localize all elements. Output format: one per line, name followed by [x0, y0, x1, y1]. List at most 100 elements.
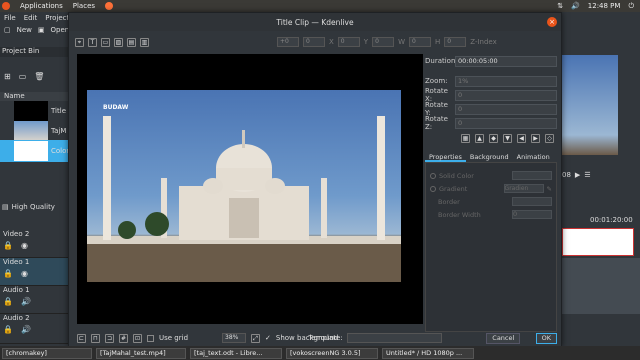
delete-icon[interactable]: 🗑 — [34, 72, 44, 81]
tab-background[interactable]: Background — [466, 152, 513, 162]
x-field[interactable]: 0 — [337, 37, 360, 47]
track-video-1[interactable]: Video 1 🔒 ◉ — [0, 258, 74, 286]
open-doc-icon[interactable]: ▤ — [127, 37, 136, 47]
gradient-select[interactable]: Gradien — [503, 184, 544, 193]
quality-label: High Quality — [11, 203, 55, 211]
tab-properties[interactable]: Properties — [425, 152, 466, 162]
timeline-area[interactable] — [562, 258, 640, 314]
timeline-color-clip[interactable] — [562, 228, 634, 256]
menu-file[interactable]: File — [4, 14, 16, 22]
power-icon[interactable]: ⏻ — [628, 2, 634, 11]
align-left-icon[interactable]: ⊏ — [77, 333, 86, 343]
eye-icon[interactable]: ◉ — [21, 269, 28, 278]
show-background-check-icon[interactable]: ✓ — [265, 334, 271, 342]
speaker-icon[interactable]: 🔊 — [21, 297, 31, 306]
image-icon[interactable]: ▨ — [114, 37, 123, 47]
duration-field[interactable]: 00:00:05:00 — [455, 55, 557, 67]
ubuntu-icon[interactable] — [2, 2, 10, 10]
task-libreoffice[interactable]: [taj_text.odt - Libre... — [190, 347, 282, 359]
clock[interactable]: 12:48 PM — [588, 2, 621, 10]
use-grid-checkbox[interactable] — [147, 334, 154, 342]
align-center-icon[interactable]: ⊓ — [91, 333, 100, 343]
new-icon: ▢ — [4, 26, 11, 34]
solid-color-radio[interactable] — [430, 172, 436, 179]
tajmahal-thumbnail — [14, 121, 48, 141]
lock-icon[interactable]: 🔒 — [3, 241, 13, 250]
open-icon: ▣ — [37, 26, 45, 34]
align-bottom-icon[interactable]: ▼ — [503, 133, 512, 143]
track-video-2[interactable]: Video 2 🔒 ◉ — [0, 230, 74, 258]
border-width-field[interactable]: 0 — [512, 210, 552, 219]
rotate-z-field[interactable]: 0 — [455, 117, 557, 129]
border-color-swatch[interactable] — [512, 197, 552, 206]
spin-2[interactable]: 0 — [303, 37, 325, 47]
monitor-zoom-value[interactable]: 08 — [562, 171, 571, 179]
close-icon[interactable]: × — [547, 17, 557, 27]
w-field[interactable]: 0 — [409, 37, 431, 47]
align-vcenter-icon[interactable]: ◇ — [545, 133, 554, 143]
play-icon[interactable]: ▶ — [575, 171, 580, 179]
zoom-label: Zoom: — [425, 77, 448, 85]
places-menu[interactable]: Places — [73, 2, 95, 10]
h-field[interactable]: 0 — [444, 37, 467, 47]
align-hcenter-icon[interactable]: ◆ — [489, 133, 498, 143]
tajmahal-illustration — [87, 116, 401, 282]
track-audio-1[interactable]: Audio 1 🔒 🔊 — [0, 286, 74, 314]
title-toolbar: ⌖ T ▭ ▨ ▤ ▥ +0 0 X 0 Y 0 W 0 H 0 Z-Index — [75, 35, 559, 49]
ok-button[interactable]: OK — [535, 332, 557, 344]
menu-edit[interactable]: Edit — [24, 14, 38, 22]
template-select[interactable] — [346, 333, 442, 343]
solid-color-label: Solid Color — [439, 171, 474, 180]
lock-icon[interactable]: 🔒 — [3, 325, 13, 334]
title-canvas[interactable]: BUDAW — [77, 54, 423, 324]
save-doc-icon[interactable]: ▥ — [140, 37, 149, 47]
add-clip-icon[interactable]: ⊞ — [4, 72, 11, 81]
bin-item-color[interactable]: Color — [0, 140, 74, 162]
menu-icon[interactable]: ☰ — [584, 171, 590, 179]
task-chromakey[interactable]: [chromakey] — [2, 347, 92, 359]
align-none-icon[interactable]: ▦ — [461, 133, 470, 143]
select-icon[interactable]: ⌖ — [75, 37, 84, 47]
zoom-field[interactable]: 38% — [222, 333, 247, 343]
quality-selector[interactable]: ▤ High Quality — [2, 203, 55, 211]
spin-1[interactable]: +0 — [277, 37, 299, 47]
lock-icon[interactable]: 🔒 — [3, 297, 13, 306]
align-top-icon[interactable]: ▲ — [475, 133, 484, 143]
speaker-icon[interactable]: 🔊 — [21, 325, 31, 334]
align-left2-icon[interactable]: ◀ — [517, 133, 526, 143]
text-icon[interactable]: T — [88, 37, 97, 47]
folder-icon[interactable]: ▭ — [19, 72, 27, 81]
applications-menu[interactable]: Applications — [20, 2, 63, 10]
rotate-y-field[interactable]: 0 — [455, 103, 557, 115]
rectangle-icon[interactable]: ▭ — [101, 37, 110, 47]
y-field[interactable]: 0 — [372, 37, 395, 47]
grid-icon[interactable]: # — [119, 333, 128, 343]
lock-icon[interactable]: 🔒 — [3, 269, 13, 278]
align-right2-icon[interactable]: ▶ — [531, 133, 540, 143]
zoom-field[interactable]: 1% — [455, 75, 557, 87]
track-audio-2[interactable]: Audio 2 🔒 🔊 — [0, 314, 74, 344]
volume-icon[interactable]: 🔊 — [571, 2, 580, 10]
network-icon[interactable]: ⇅ — [557, 2, 563, 10]
gradient-radio[interactable] — [430, 185, 436, 192]
zoom-fit-icon[interactable]: ⤢ — [251, 333, 261, 343]
w-label: W — [398, 38, 405, 46]
border-width-label: Border Width — [438, 210, 481, 219]
bin-item-title[interactable]: Title — [0, 100, 74, 122]
align-right-icon[interactable]: ⊐ — [105, 333, 114, 343]
eye-icon[interactable]: ◉ — [21, 241, 28, 250]
bin-item-tajmahal[interactable]: TajM — [0, 120, 74, 142]
rotate-x-field[interactable]: 0 — [455, 89, 557, 101]
task-tajmahal[interactable]: [TajMahal_test.mp4] — [96, 347, 186, 359]
new-button[interactable]: New — [17, 26, 32, 34]
cancel-button[interactable]: Cancel — [486, 332, 521, 344]
snap-icon[interactable]: ⊡ — [133, 333, 142, 343]
firefox-icon[interactable] — [105, 2, 114, 10]
tab-animation[interactable]: Animation — [513, 152, 554, 162]
task-kdenlive[interactable]: Untitled* / HD 1080p ... — [382, 347, 474, 359]
solid-color-swatch[interactable] — [512, 171, 552, 180]
edit-gradient-icon[interactable]: ✎ — [547, 185, 552, 193]
task-vokoscreen[interactable]: [vokoscreenNG 3.0.5] — [286, 347, 378, 359]
title-thumbnail — [14, 101, 48, 121]
menu-project[interactable]: Project — [45, 14, 69, 22]
